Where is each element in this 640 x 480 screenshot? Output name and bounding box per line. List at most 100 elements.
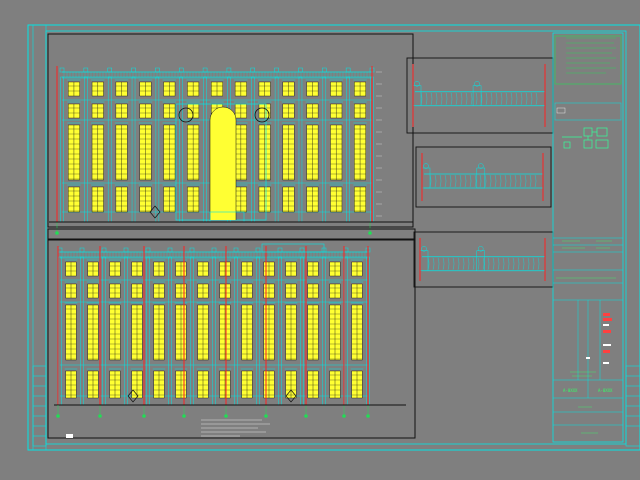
baluster — [439, 174, 442, 188]
parapet-post — [233, 247, 239, 253]
baluster — [455, 92, 458, 105]
baluster — [430, 92, 433, 105]
baluster — [490, 92, 493, 105]
pilaster — [155, 76, 160, 223]
section-divider-band — [47, 228, 416, 240]
general-notes — [201, 419, 270, 437]
baluster — [519, 174, 522, 188]
baluster — [479, 174, 482, 188]
lower-elevation-drawing[interactable] — [54, 243, 406, 418]
baluster — [510, 92, 513, 105]
baluster — [522, 257, 525, 270]
pilaster — [80, 256, 84, 406]
parapet-post — [123, 247, 129, 253]
parapet-post — [299, 247, 305, 253]
baluster — [529, 174, 532, 188]
baluster — [477, 257, 480, 270]
baluster — [457, 257, 460, 270]
parapet-post — [298, 67, 303, 73]
central-arch-window — [209, 106, 237, 220]
left-margin-strip — [32, 25, 47, 450]
detail-1-frame — [406, 57, 554, 134]
pilaster — [344, 256, 348, 406]
roof-pavilion — [261, 243, 325, 253]
baluster — [504, 174, 507, 188]
grid-axis-bubble — [224, 414, 228, 418]
baluster — [460, 92, 463, 105]
baluster — [472, 257, 475, 270]
pilaster — [146, 256, 150, 406]
grid-axis-bubble — [342, 414, 346, 418]
grid-axis-bubble — [98, 414, 102, 418]
balustrade-detail-3[interactable] — [413, 231, 554, 288]
balustrade-detail-1[interactable] — [406, 57, 554, 134]
baluster — [435, 92, 438, 105]
baluster — [464, 174, 467, 188]
pilaster — [298, 76, 303, 223]
baluster — [514, 174, 517, 188]
parapet-post — [345, 67, 351, 73]
baluster — [512, 257, 515, 270]
baluster — [434, 174, 437, 188]
baluster — [505, 92, 508, 105]
parapet-post — [107, 67, 112, 73]
pilaster — [58, 256, 62, 406]
baluster — [465, 92, 468, 105]
baluster — [445, 92, 448, 105]
baluster — [467, 257, 470, 270]
parapet-post — [155, 67, 160, 73]
balustrade-pier — [419, 250, 429, 271]
balustrade-detail-2[interactable] — [415, 146, 552, 208]
baluster — [535, 92, 538, 105]
parapet-post — [167, 247, 173, 253]
baluster — [482, 257, 485, 270]
baluster — [450, 92, 453, 105]
baluster — [520, 92, 523, 105]
baluster — [530, 92, 533, 105]
pilaster — [179, 76, 183, 223]
parapet-post — [255, 247, 261, 253]
baluster — [517, 257, 520, 270]
parapet-post — [79, 247, 85, 253]
parapet-post — [178, 67, 184, 73]
baluster — [444, 174, 447, 188]
baluster — [484, 174, 487, 188]
pilaster — [84, 76, 88, 223]
pilaster — [274, 76, 279, 223]
right-margin-strip — [625, 365, 640, 447]
balustrade-pier — [412, 85, 422, 106]
baluster — [487, 257, 490, 270]
parapet-post — [343, 247, 349, 253]
pilaster — [300, 256, 304, 406]
pilaster — [234, 256, 238, 406]
cad-drawing-canvas[interactable]: A-0XXX A-0XXX — [0, 0, 640, 480]
baluster — [495, 92, 498, 105]
upper-elevation-drawing[interactable] — [49, 66, 413, 235]
baluster — [454, 174, 457, 188]
grid-axis-bubble — [182, 414, 186, 418]
parapet-post — [145, 247, 151, 253]
pilaster — [322, 256, 326, 406]
baluster — [485, 92, 488, 105]
baluster — [442, 257, 445, 270]
baluster — [509, 174, 512, 188]
pilaster — [131, 76, 136, 223]
pilaster — [278, 256, 282, 406]
baluster — [440, 92, 443, 105]
parapet-post — [202, 67, 208, 73]
baluster — [500, 92, 503, 105]
pilaster — [190, 256, 194, 406]
pilaster — [107, 76, 112, 223]
pilaster — [212, 256, 216, 406]
pilaster — [346, 76, 350, 223]
baluster — [515, 92, 518, 105]
parapet-post — [101, 247, 107, 253]
baluster — [452, 257, 455, 270]
grid-axis-bubble — [264, 414, 268, 418]
parapet-post — [250, 67, 256, 73]
baluster — [499, 174, 502, 188]
parapet-post — [322, 67, 327, 73]
pilaster — [251, 76, 255, 223]
baluster — [432, 257, 435, 270]
pilaster — [203, 76, 207, 223]
